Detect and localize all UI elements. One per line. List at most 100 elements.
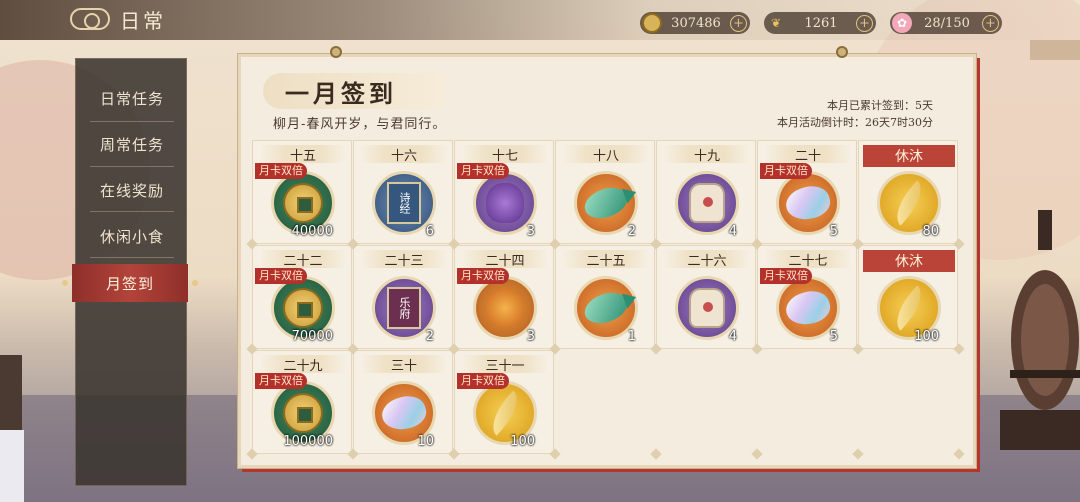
day-cell[interactable]: 二十六 4 [656, 245, 756, 349]
panel-title: 一月签到 [285, 78, 397, 108]
reward-quantity: 100000 [283, 434, 333, 449]
cumulative-checkins: 本月已累计签到：5天 [827, 99, 933, 112]
day-label: 二十六 [663, 250, 751, 269]
day-label: 十六 [360, 145, 448, 164]
reward-quantity: 100 [914, 329, 939, 344]
reward-quantity: 4 [728, 224, 737, 239]
shell-icon [782, 286, 834, 330]
sidebar-item-monthly-checkin[interactable]: 月签到 [62, 264, 198, 302]
add-flower-button[interactable]: + [982, 14, 999, 32]
day-cell[interactable]: 三十 10 [353, 350, 453, 454]
add-coin-button[interactable]: + [730, 14, 747, 32]
day-label: 二十七 [764, 250, 852, 269]
day-cell[interactable]: 十六诗经 6 [353, 140, 453, 244]
sidebar-item-online-rewards[interactable]: 在线奖励 [76, 171, 188, 209]
double-reward-badge: 月卡双倍 [457, 268, 509, 284]
feather-value: 1261 [804, 15, 838, 31]
pin-icon [836, 46, 848, 58]
coin-value: 307486 [671, 15, 721, 31]
double-reward-badge: 月卡双倍 [760, 268, 812, 284]
book-title: 乐府 [398, 297, 411, 319]
header: 日常 [70, 4, 166, 34]
sachet-icon [689, 288, 725, 328]
sidebar-item-weekly-tasks[interactable]: 周常任务 [76, 125, 188, 163]
day-label: 十八 [562, 145, 650, 164]
reward-quantity: 40000 [291, 224, 333, 239]
feather-icon: ❦ [770, 16, 782, 30]
cloud-scroll-icon [70, 8, 110, 30]
flower-resource: ✿ 28/150 + [890, 12, 1002, 34]
feather-icon [886, 285, 932, 331]
day-cell[interactable]: 二十 月卡双倍 5 [757, 140, 857, 244]
day-label: 二十三 [360, 250, 448, 269]
day-label: 十七 [461, 145, 549, 164]
day-cell[interactable]: 十九 4 [656, 140, 756, 244]
day-cell[interactable]: 休沐 80 [858, 140, 958, 244]
copper-coin-icon [283, 288, 323, 328]
day-label: 二十五 [562, 250, 650, 269]
sachet-icon [689, 183, 725, 223]
event-countdown: 本月活动倒计时：26天7时30分 [777, 116, 933, 129]
coin-resource: 307486 + [640, 12, 750, 34]
day-label: 三十 [360, 355, 448, 374]
feather-icon [886, 180, 932, 226]
pin-icon [330, 46, 342, 58]
shell-icon [378, 391, 430, 435]
day-cell[interactable]: 十五 月卡双倍 40000 [252, 140, 352, 244]
panel-subtitle: 柳月-春风开岁，与君同行。 [273, 117, 447, 132]
day-label: 二十九 [259, 355, 347, 374]
rest-day-label: 休沐 [863, 145, 955, 167]
double-reward-badge: 月卡双倍 [457, 373, 509, 389]
day-cell[interactable]: 二十四 月卡双倍 3 [454, 245, 554, 349]
copper-coin-icon [283, 183, 323, 223]
flower-value: 28/150 [924, 15, 970, 31]
day-cell[interactable]: 二十九 月卡双倍 100000 [252, 350, 352, 454]
day-label: 二十四 [461, 250, 549, 269]
divider [90, 166, 174, 167]
day-cell[interactable]: 休沐 100 [858, 245, 958, 349]
flower-icon: ✿ [892, 13, 912, 33]
day-cell[interactable]: 二十二 月卡双倍 70000 [252, 245, 352, 349]
day-cell[interactable]: 二十七 月卡双倍 5 [757, 245, 857, 349]
jade-fish-icon [580, 182, 632, 224]
day-cell[interactable]: 三十一 月卡双倍 100 [454, 350, 554, 454]
copper-coin-icon [283, 393, 323, 433]
pouch-icon [486, 288, 524, 328]
reward-quantity: 100 [510, 434, 535, 449]
day-cell[interactable]: 十七 月卡双倍 3 [454, 140, 554, 244]
day-cell[interactable]: 十八 2 [555, 140, 655, 244]
sidebar: 日常任务 周常任务 在线奖励 休闲小食 月签到 [62, 58, 198, 486]
coin-icon [642, 13, 662, 33]
reward-quantity: 10 [417, 434, 434, 449]
double-reward-badge: 月卡双倍 [457, 163, 509, 179]
day-label: 十五 [259, 145, 347, 164]
reward-quantity: 3 [526, 224, 535, 239]
reward-quantity: 2 [425, 329, 434, 344]
double-reward-badge: 月卡双倍 [255, 268, 307, 284]
shell-icon [782, 181, 834, 225]
jade-fish-icon [580, 287, 632, 329]
reward-quantity: 80 [922, 224, 939, 239]
pipa-instrument-icon [1000, 210, 1080, 450]
reward-quantity: 6 [425, 224, 434, 239]
reward-quantity: 2 [627, 224, 636, 239]
feather-icon [482, 390, 528, 436]
double-reward-badge: 月卡双倍 [255, 163, 307, 179]
day-cell[interactable]: 二十三乐府 2 [353, 245, 453, 349]
double-reward-badge: 月卡双倍 [760, 163, 812, 179]
reward-quantity: 5 [829, 329, 838, 344]
rest-day-label: 休沐 [863, 250, 955, 272]
day-cell[interactable]: 二十五 1 [555, 245, 655, 349]
sidebar-item-daily-tasks[interactable]: 日常任务 [76, 79, 188, 117]
pouch-icon [486, 183, 524, 223]
add-feather-button[interactable]: + [856, 14, 873, 32]
reward-quantity: 3 [526, 329, 535, 344]
book-title: 诗经 [398, 192, 411, 214]
feather-resource: ❦ 1261 + [764, 12, 876, 34]
day-label: 十九 [663, 145, 751, 164]
divider [90, 211, 174, 212]
reward-quantity: 1 [627, 329, 636, 344]
divider [90, 121, 174, 122]
sidebar-item-leisure-snacks[interactable]: 休闲小食 [76, 217, 188, 255]
panel-title-plate: 一月签到 [263, 73, 445, 109]
